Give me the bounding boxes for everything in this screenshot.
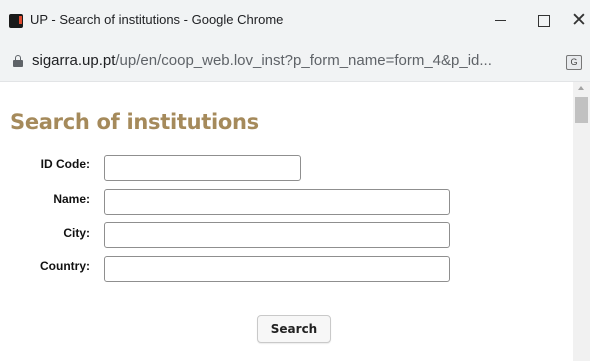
close-icon: ✕ — [571, 10, 587, 31]
address-bar[interactable]: sigarra.up.pt/up/en/coop_web.lov_inst?p_… — [0, 41, 590, 82]
minimize-button[interactable] — [477, 0, 523, 41]
up-logo-icon — [9, 14, 23, 28]
page-scrollbar[interactable] — [573, 82, 590, 361]
name-label: Name: — [53, 192, 90, 206]
minimize-icon — [494, 20, 506, 21]
id-code-field[interactable] — [104, 155, 301, 181]
search-button[interactable]: Search — [257, 315, 331, 343]
id-code-label: ID Code: — [40, 157, 90, 171]
lock-icon[interactable] — [13, 55, 23, 67]
name-field[interactable] — [104, 189, 450, 215]
scroll-up-arrow-icon[interactable] — [578, 86, 584, 90]
scroll-thumb[interactable] — [575, 97, 588, 123]
url-text[interactable]: sigarra.up.pt/up/en/coop_web.lov_inst?p_… — [32, 52, 552, 69]
country-field[interactable] — [104, 256, 450, 282]
url-path: /up/en/coop_web.lov_inst?p_form_name=for… — [115, 52, 492, 69]
page-title: Search of institutions — [10, 110, 259, 134]
country-label: Country: — [40, 259, 90, 273]
translate-icon[interactable]: G — [566, 55, 582, 70]
window-title: UP - Search of institutions - Google Chr… — [30, 12, 284, 27]
city-label: City: — [63, 226, 90, 240]
city-field[interactable] — [104, 222, 450, 248]
url-host: sigarra.up.pt — [32, 52, 116, 69]
close-button[interactable]: ✕ — [556, 0, 590, 41]
maximize-icon — [538, 14, 550, 27]
window-titlebar: UP - Search of institutions - Google Chr… — [0, 0, 590, 41]
